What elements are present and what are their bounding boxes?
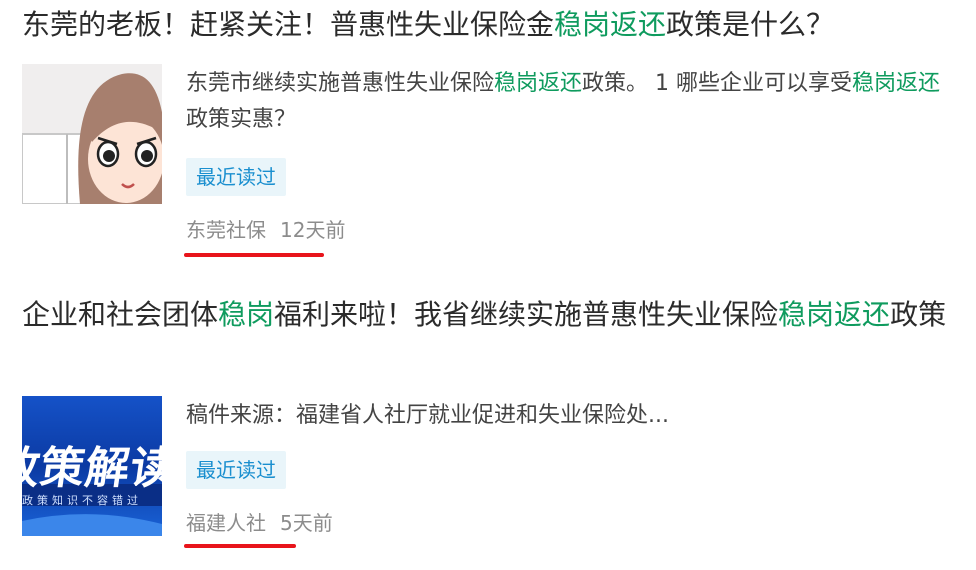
snippet-keyword-highlight: 稳岗返还 bbox=[852, 71, 941, 96]
article-snippet-1: 东莞市继续实施普惠性失业保险稳岗返还政策。 1 哪些企业可以享受稳岗返还政策实惠… bbox=[186, 66, 956, 138]
title-keyword-highlight: 稳岗返还 bbox=[778, 298, 891, 331]
title-text: 政策 bbox=[890, 298, 947, 331]
publish-time: 12天前 bbox=[280, 218, 346, 242]
title-text: 政策是什么？ bbox=[666, 8, 835, 41]
title-text: 福利来啦！我省继续实施普惠性失业保险 bbox=[274, 298, 779, 331]
source-name[interactable]: 福建人社 bbox=[186, 511, 266, 535]
article-meta-2: 福建人社 5天前 bbox=[186, 508, 333, 538]
snippet-keyword-highlight: 稳岗返还 bbox=[494, 71, 583, 96]
snippet-text: 政策。 1 哪些企业可以享受 bbox=[582, 71, 853, 96]
publish-time: 5天前 bbox=[280, 511, 333, 535]
article-title-1[interactable]: 东莞的老板！赶紧关注！普惠性失业保险金稳岗返还政策是什么？ bbox=[22, 2, 834, 48]
red-underline-annotation bbox=[184, 544, 296, 548]
article-thumbnail-1[interactable] bbox=[22, 64, 162, 204]
thumbnail-banner-text: 政策解读 bbox=[22, 443, 162, 494]
article-snippet-2: 稿件来源：福建省人社厅就业促进和失业保险处... bbox=[186, 403, 669, 428]
red-underline-annotation bbox=[184, 253, 324, 257]
article-title-2[interactable]: 企业和社会团体稳岗福利来啦！我省继续实施普惠性失业保险稳岗返还政策 bbox=[22, 292, 962, 338]
cartoon-woman-avatar-icon bbox=[22, 64, 162, 204]
recently-read-badge: 最近读过 bbox=[186, 451, 286, 489]
article-meta-1: 东莞社保 12天前 bbox=[186, 215, 345, 245]
source-name[interactable]: 东莞社保 bbox=[186, 218, 266, 242]
title-text: 东莞的老板！赶紧关注！普惠性失业保险金 bbox=[22, 8, 555, 41]
article-thumbnail-2[interactable]: 政策解读 政策知识不容错过 bbox=[22, 396, 162, 536]
recently-read-badge: 最近读过 bbox=[186, 158, 286, 196]
snippet-text: 东莞市继续实施普惠性失业保险 bbox=[186, 71, 495, 96]
title-keyword-highlight: 稳岗返还 bbox=[554, 8, 667, 41]
title-keyword-highlight: 稳岗 bbox=[218, 298, 275, 331]
thumbnail-banner-subtext: 政策知识不容错过 bbox=[22, 494, 142, 507]
snippet-text: 政策实惠？ bbox=[186, 107, 297, 132]
title-text: 企业和社会团体 bbox=[22, 298, 219, 331]
